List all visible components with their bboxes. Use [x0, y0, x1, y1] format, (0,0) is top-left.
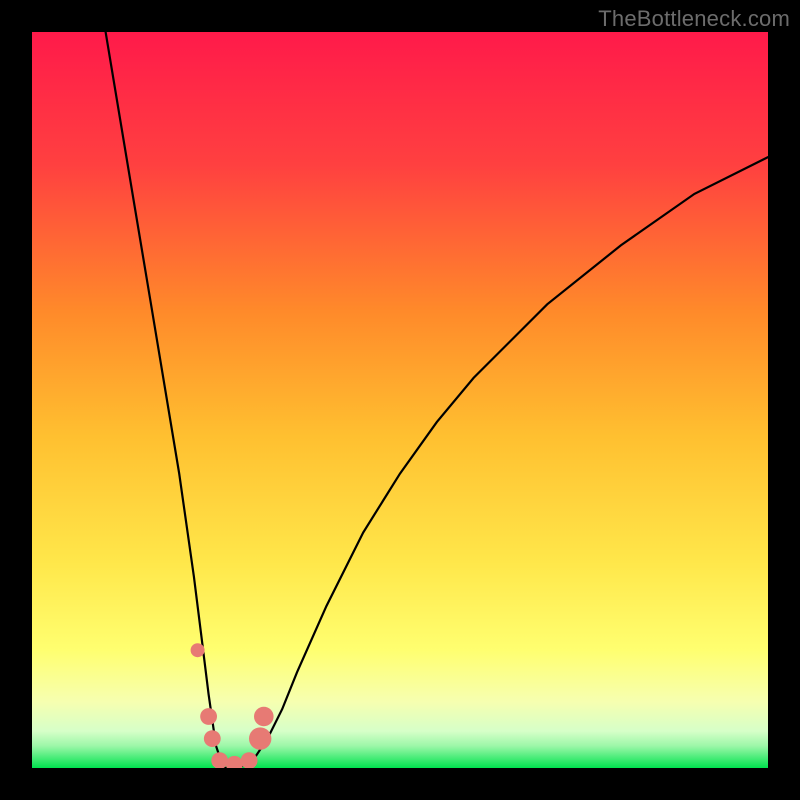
curve-marker: [249, 727, 271, 749]
chart-svg: [32, 32, 768, 768]
chart-frame: TheBottleneck.com: [0, 0, 800, 800]
curve-marker: [254, 707, 274, 727]
plot-area: [32, 32, 768, 768]
watermark-text: TheBottleneck.com: [598, 6, 790, 32]
curve-marker: [200, 708, 217, 725]
curve-marker: [204, 730, 221, 747]
gradient-background: [32, 32, 768, 768]
curve-marker: [191, 643, 205, 657]
